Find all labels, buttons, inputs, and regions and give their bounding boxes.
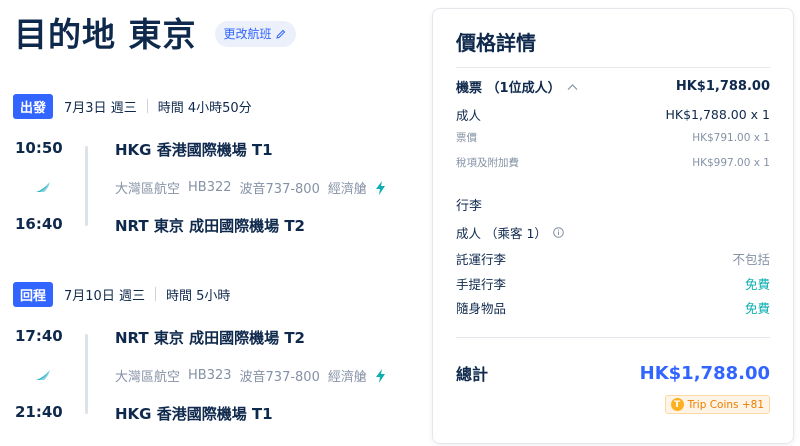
tax-value: HK$997.00 x 1 [692,156,770,169]
baggage-title: 行李 [456,199,483,214]
airline-logo-icon [36,182,50,192]
segment-badge: 出發 [13,93,54,119]
chevron-up-icon[interactable] [567,83,578,91]
tax-row: 稅項及附加費 HK$997.00 x 1 [456,155,770,170]
adult-label: 成人 [456,108,482,123]
aircraft-type: 波音737-800 [239,182,320,197]
flight-number: HB323 [188,368,232,383]
departure-airport: HKG 香港國際機場 T1 [115,141,273,159]
edit-icon [275,29,285,39]
airline-name: 大灣區航空 [115,182,181,197]
price-details-title: 價格詳情 [456,31,536,55]
destination-title: 目的地 東京 [14,15,197,54]
ticket-total: HK$1,788.00 [675,79,770,94]
total-value: HK$1,788.00 [639,362,770,384]
arrival-time: 16:40 [15,215,63,233]
divider [456,67,770,68]
ticket-label-group: 機票 （1位成人） [456,77,578,96]
bolt-icon [375,180,385,195]
checked-baggage-label: 託運行李 [456,252,507,267]
personal-item-row: 隨身物品 免費 [456,298,770,317]
arrival-airport: NRT 東京 成田國際機場 T2 [115,217,305,235]
cabin-class: 經濟艙 [327,370,367,385]
flight-number: HB322 [188,180,232,195]
arrival-airport: HKG 香港國際機場 T1 [115,405,273,423]
flight-info: 大灣區航空 HB322 波音737-800 經濟艙 [115,178,386,197]
fare-label: 票價 [456,132,477,144]
carryon-baggage-value: 免費 [744,277,770,292]
passenger-label: 成人 （乘客 1） [456,226,547,241]
cabin-class: 經濟艙 [327,182,367,197]
divider [456,337,770,338]
departure-time: 10:50 [15,139,63,157]
segment-badge: 回程 [13,281,54,307]
ticket-label: 機票 （1位成人） [456,81,561,96]
price-details-panel: 價格詳情 機票 （1位成人） HK$1,788.00 成人 HK$1,788.0… [432,8,794,444]
carryon-baggage-label: 手提行李 [456,277,507,292]
segment-duration: 時間 5小時 [165,288,231,304]
airline-logo-icon [36,370,50,380]
segment-date: 7月3日 週三 [64,100,137,116]
route-line [85,334,88,414]
arrival-time: 21:40 [15,403,63,421]
change-flight-button[interactable]: 更改航班 [214,21,296,47]
departure-airport: NRT 東京 成田國際機場 T2 [115,329,305,347]
tax-label: 稅項及附加費 [456,157,519,169]
divider [154,287,156,301]
outbound-segment: 出發 7月3日 週三 時間 4小時50分 10:50 HKG 香港國際機場 T1… [13,93,413,235]
airline-name: 大灣區航空 [115,370,181,385]
segment-header: 回程 7月10日 週三 時間 5小時 [13,281,413,307]
change-flight-label: 更改航班 [223,27,272,41]
segment-date: 7月10日 週三 [64,288,145,304]
departure-time: 17:40 [15,327,63,345]
return-segment: 回程 7月10日 週三 時間 5小時 17:40 NRT 東京 成田國際機場 T… [13,281,413,423]
carryon-baggage-row: 手提行李 免費 [456,274,770,293]
checked-baggage-value: 不包括 [732,252,770,267]
checked-baggage-row: 託運行李 不包括 [456,249,770,268]
baggage-title-row: 行李 [456,195,770,214]
total-label: 總計 [456,365,489,384]
ticket-row[interactable]: 機票 （1位成人） HK$1,788.00 [456,77,770,96]
adult-value: HK$1,788.00 x 1 [665,107,770,122]
route-line [85,146,88,226]
trip-coins-label: Trip Coins +81 [687,398,764,411]
total-row: 總計 HK$1,788.00 [456,361,770,385]
personal-item-label: 隨身物品 [456,301,507,316]
adult-row: 成人 HK$1,788.00 x 1 [456,105,770,124]
trip-coin-icon: T [670,398,684,411]
destination-header: 目的地 東京 更改航班 [14,8,296,56]
passenger-row: 成人 （乘客 1） [456,223,770,242]
fare-value: HK$791.00 x 1 [692,131,770,144]
bolt-icon [375,368,385,383]
flight-summary: 目的地 東京 更改航班 出發 7月3日 週三 時間 4小時50分 10:50 H… [0,0,425,446]
info-icon[interactable] [553,227,564,238]
passenger-label-group: 成人 （乘客 1） [456,223,564,242]
segment-header: 出發 7月3日 週三 時間 4小時50分 [13,93,413,119]
fare-row: 票價 HK$791.00 x 1 [456,130,770,145]
segment-duration: 時間 4小時50分 [157,100,252,116]
divider [146,99,148,113]
personal-item-value: 免費 [744,301,770,316]
trip-coins-badge: T Trip Coins +81 [664,395,770,414]
flight-info: 大灣區航空 HB323 波音737-800 經濟艙 [115,366,386,385]
aircraft-type: 波音737-800 [239,370,320,385]
